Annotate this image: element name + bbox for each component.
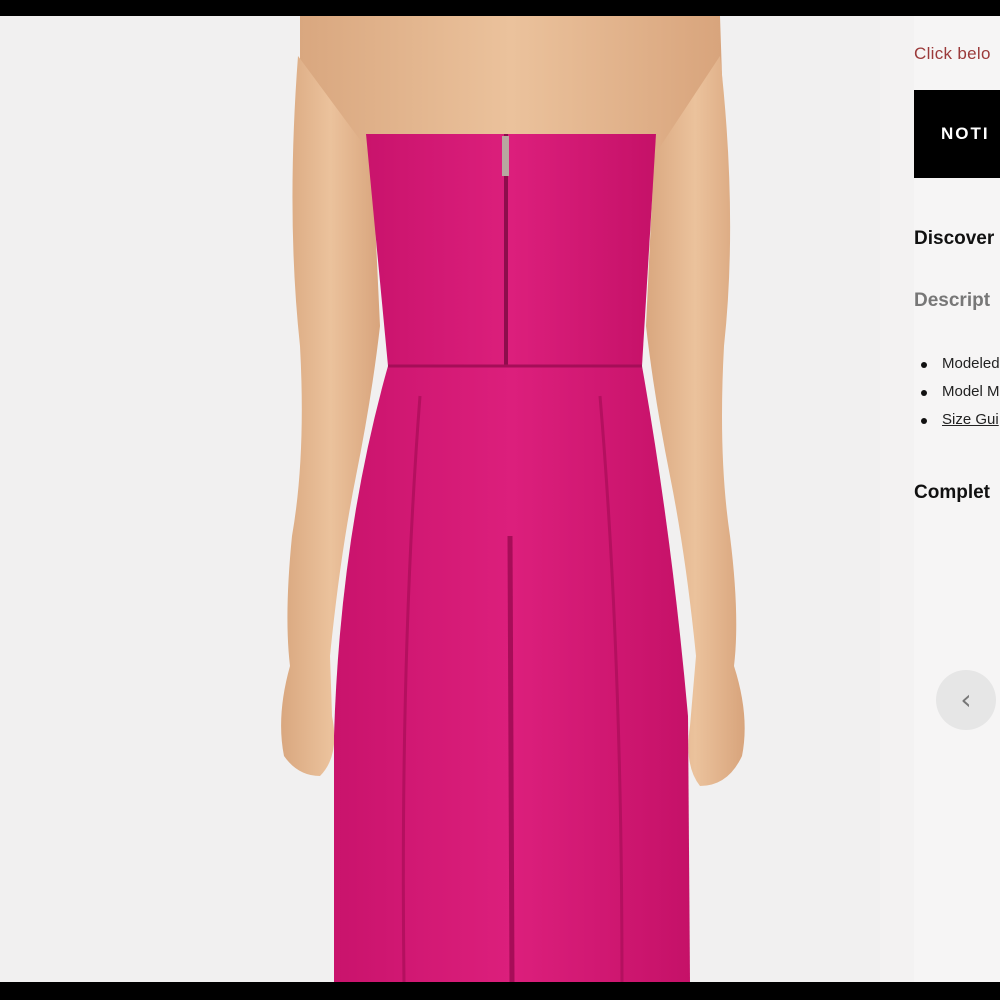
carousel-prev-button[interactable]: ‹ <box>936 670 996 730</box>
product-image[interactable] <box>0 16 880 982</box>
complete-the-look-heading: Complet <box>914 482 990 503</box>
list-item: Size Gui <box>914 410 1000 438</box>
description-heading[interactable]: Descript <box>914 290 990 312</box>
page-viewport: Click belo NOTI Discover Descript Modele… <box>0 16 1000 982</box>
list-item: Modeled <box>914 354 1000 382</box>
notify-me-button[interactable]: NOTI <box>914 90 1000 178</box>
discover-heading[interactable]: Discover <box>914 228 994 250</box>
product-details-panel: Click belo NOTI Discover Descript Modele… <box>914 16 1000 982</box>
description-list: Modeled Model M Size Gui <box>914 354 1000 438</box>
notice-link[interactable]: Click belo <box>914 44 991 64</box>
chevron-left-icon: ‹ <box>960 683 972 716</box>
dress-photo <box>281 16 745 982</box>
list-item: Model M <box>914 382 1000 410</box>
size-guide-link[interactable]: Size Gui <box>942 411 999 428</box>
